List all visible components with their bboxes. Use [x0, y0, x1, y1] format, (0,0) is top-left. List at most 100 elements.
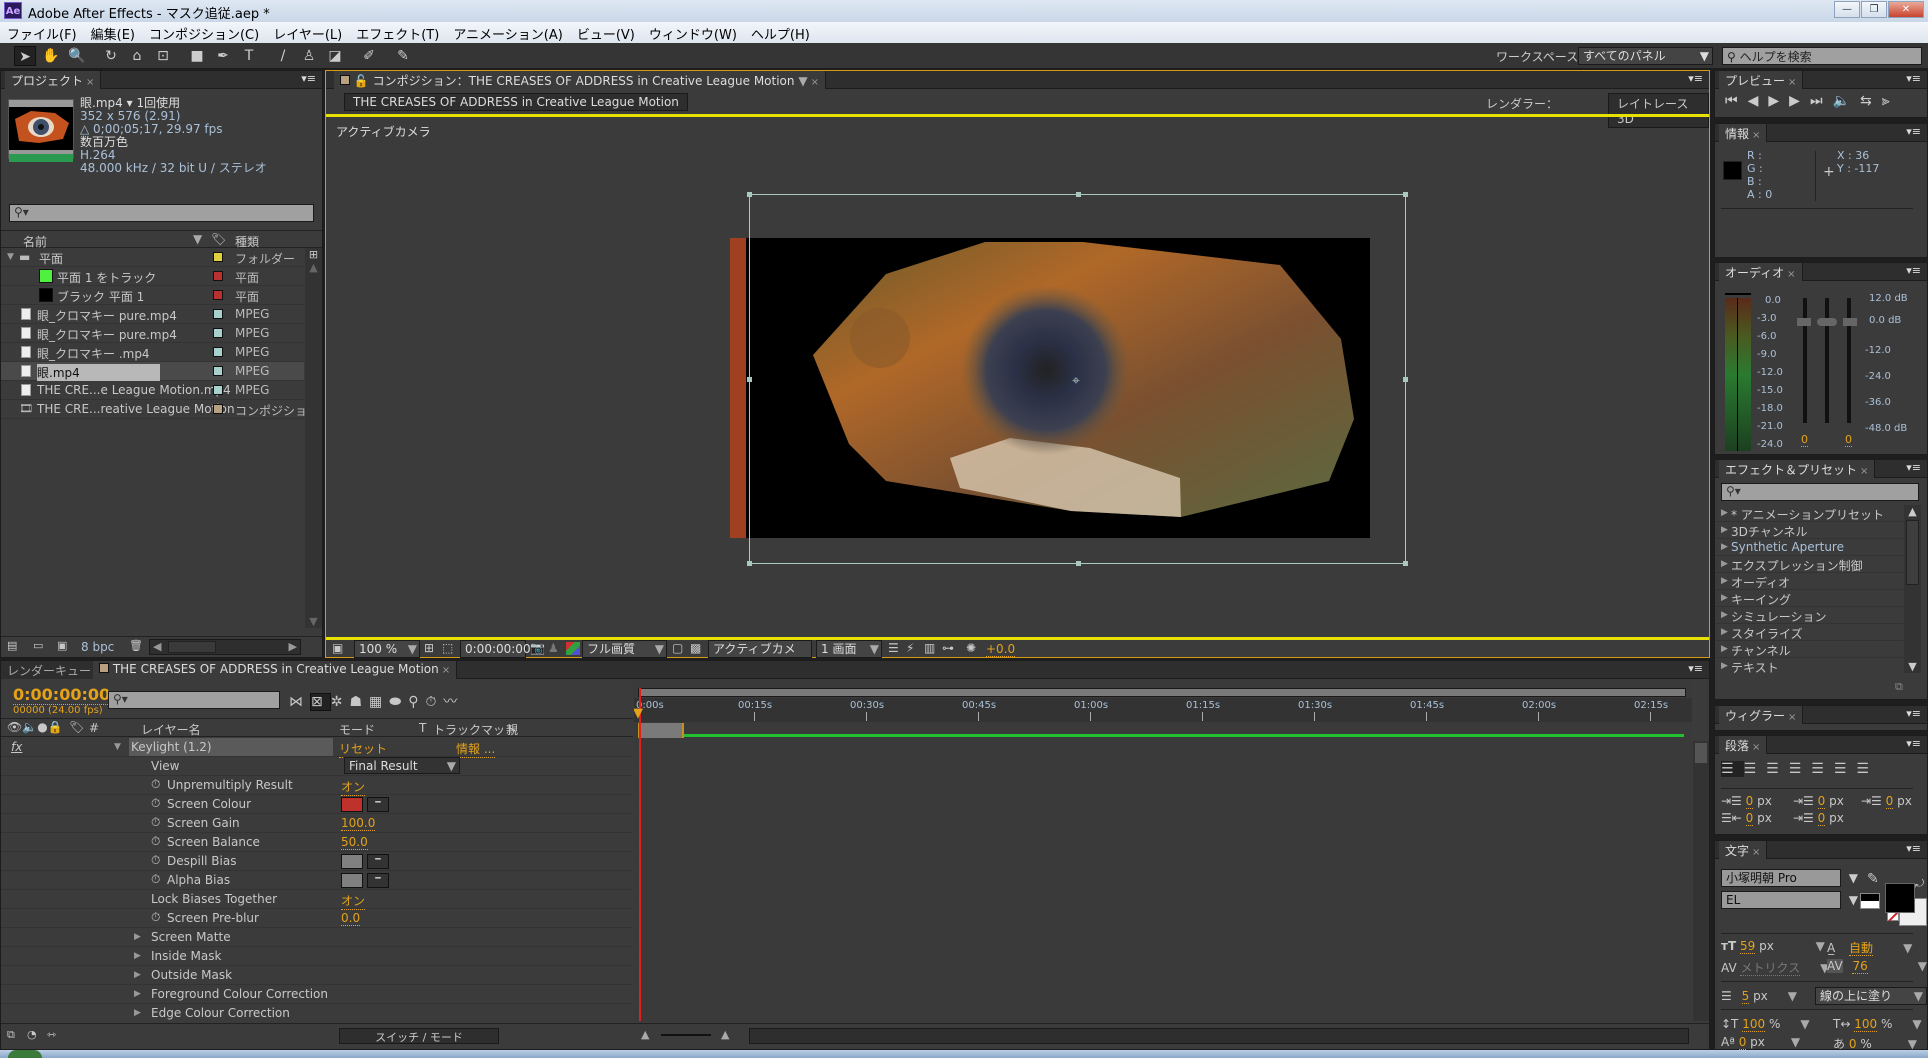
- right-volume-slider[interactable]: [1843, 298, 1857, 423]
- draft-3d-icon[interactable]: ⊠: [310, 693, 331, 711]
- project-scrollbar[interactable]: ⊞ ▲ ▼: [305, 248, 322, 628]
- timeline-row[interactable]: ⏱ Screen Balance 50.0: [1, 833, 633, 852]
- panel-menu-icon[interactable]: ▾≡: [1906, 707, 1921, 720]
- project-item[interactable]: ブラック 平面 1 平面: [1, 286, 304, 305]
- first-frame-icon[interactable]: ⏮: [1725, 93, 1748, 109]
- hand-icon[interactable]: ✋: [40, 46, 62, 66]
- label-color-swatch[interactable]: [213, 309, 223, 319]
- timeline-row[interactable]: Lock Biases Together オン: [1, 890, 633, 910]
- maximize-button[interactable]: ❐: [1861, 1, 1887, 18]
- view-dropdown[interactable]: Final Result ▼: [344, 757, 460, 774]
- clone-stamp-icon[interactable]: ♙: [298, 46, 320, 66]
- stroke-mode-dropdown[interactable]: 線の上に塗り ▼: [1815, 987, 1927, 1005]
- next-frame-icon[interactable]: ▶: [1789, 93, 1810, 109]
- show-snapshot-icon[interactable]: ♟: [548, 641, 559, 655]
- menu-item[interactable]: ビュー(V): [570, 22, 642, 43]
- effects-scrollbar[interactable]: ▲ ▼: [1904, 505, 1921, 673]
- panel-menu-icon[interactable]: ▾≡: [301, 72, 316, 85]
- panel-menu-icon[interactable]: ▾≡: [1906, 264, 1921, 277]
- effect-category[interactable]: ▶ シミュレーション: [1715, 607, 1903, 624]
- stopwatch-icon[interactable]: ⏱: [151, 872, 160, 887]
- tab-audio[interactable]: オーディオ ×: [1719, 263, 1803, 281]
- effects-search-input[interactable]: ⚲▾: [1721, 483, 1919, 501]
- view-layout-dropdown[interactable]: 1 画面 ▼: [816, 640, 882, 658]
- graph-editor-icon[interactable]: 〰: [443, 694, 464, 710]
- new-folder-icon[interactable]: ▭: [33, 639, 43, 652]
- close-icon[interactable]: ×: [811, 77, 819, 88]
- panel-menu-icon[interactable]: ▾≡: [1906, 461, 1921, 474]
- pan-behind-icon[interactable]: ⊡: [152, 46, 174, 66]
- left-volume-slider[interactable]: [1797, 298, 1811, 423]
- horizontal-scrollbar[interactable]: ◀ ▶: [149, 639, 301, 655]
- comp-navigator-button[interactable]: THE CREASES OF ADDRESS in Creative Leagu…: [344, 93, 688, 111]
- renderer-button[interactable]: レイトレース 3D: [1608, 93, 1709, 128]
- eyedropper-icon[interactable]: ━: [367, 797, 389, 812]
- menu-item[interactable]: ヘルプ(H): [744, 22, 817, 43]
- property-value[interactable]: オン: [341, 892, 366, 910]
- help-search-input[interactable]: ⚲ ヘルプを検索: [1722, 47, 1922, 65]
- justify-all-icon[interactable]: ☰: [1856, 761, 1879, 777]
- brush-icon[interactable]: /: [272, 46, 294, 66]
- effect-category[interactable]: ▶ * アニメーションプリセット: [1715, 505, 1903, 522]
- trash-icon[interactable]: 🗑: [129, 639, 143, 652]
- zoom-icon[interactable]: 🔍: [66, 46, 88, 66]
- work-area-bar[interactable]: [638, 688, 1686, 697]
- current-time-display[interactable]: 0:00:00:00: [13, 685, 111, 705]
- rotate-icon[interactable]: ↻: [100, 46, 122, 66]
- effect-category[interactable]: ▶ エクスプレッション制御: [1715, 556, 1903, 573]
- timeline-row[interactable]: ▶ Outside Mask: [1, 966, 633, 985]
- new-composition-icon[interactable]: ▣: [57, 639, 67, 652]
- effect-category[interactable]: ▶ Synthetic Aperture: [1715, 539, 1903, 556]
- timeline-row[interactable]: ▶ Edge Colour Correction: [1, 1004, 633, 1020]
- rectangle-icon[interactable]: ■: [186, 46, 208, 66]
- ram-preview-icon[interactable]: ⫸: [1882, 93, 1900, 109]
- label-color-swatch[interactable]: [213, 271, 223, 281]
- align-left-icon[interactable]: ☰: [1721, 761, 1744, 777]
- layer-duration-bar[interactable]: [638, 723, 684, 738]
- timeline-row[interactable]: ⏱ Screen Pre-blur 0.0: [1, 909, 633, 928]
- panel-menu-icon[interactable]: ▾≡: [1906, 842, 1921, 855]
- panel-menu-icon[interactable]: ▾≡: [1688, 72, 1703, 85]
- channel-icon[interactable]: [566, 642, 580, 655]
- project-item[interactable]: 眼_クロマキー pure.mp4 MPEG: [1, 324, 304, 343]
- timeline-row[interactable]: ▶ Screen Matte: [1, 928, 633, 947]
- toggle-switches-modes-button[interactable]: スイッチ / モード: [339, 1028, 499, 1044]
- timeline-row[interactable]: ⏱ Screen Gain 100.0: [1, 814, 633, 833]
- menu-item[interactable]: エフェクト(T): [349, 22, 446, 43]
- roto-brush-icon[interactable]: ✐: [358, 46, 380, 66]
- expand-triangle-icon[interactable]: ▶: [1721, 593, 1728, 603]
- stopwatch-icon[interactable]: ⏱: [151, 796, 160, 811]
- project-item[interactable]: ▼ ▬ 平面 フォルダー: [1, 248, 304, 267]
- expand-triangle-icon[interactable]: ▶: [1721, 644, 1728, 654]
- time-ruler[interactable]: 0:00s 00:15s 00:30s 00:45s 01:00s 01:15s 01:30…: [634, 698, 1692, 722]
- timeline-row[interactable]: fx ▼ Keylight (1.2) リセット 情報 ...: [1, 738, 633, 758]
- tab-project[interactable]: プロジェクト ×: [5, 71, 102, 89]
- color-swatch[interactable]: [341, 797, 363, 812]
- font-family-dropdown[interactable]: 小塚明朝 Pro ▼: [1721, 869, 1858, 887]
- stopwatch-icon[interactable]: ⏱: [151, 777, 160, 792]
- timeline-row[interactable]: ⏱ Despill Bias ━: [1, 852, 633, 871]
- magnification-dropdown[interactable]: 100 % ▼: [354, 640, 420, 658]
- fx-icon[interactable]: fx: [11, 740, 22, 754]
- property-value[interactable]: 50.0: [341, 835, 368, 850]
- panel-menu-icon[interactable]: ▾≡: [1688, 662, 1703, 675]
- minimize-button[interactable]: —: [1834, 1, 1860, 18]
- pixel-aspect-icon[interactable]: ☰: [888, 641, 899, 655]
- timeline-search-input[interactable]: ⚲▾: [108, 691, 280, 709]
- property-value[interactable]: 100.0: [341, 816, 376, 831]
- selection-arrow-icon[interactable]: ➤: [14, 46, 36, 66]
- stopwatch-icon[interactable]: ⏱: [426, 694, 444, 710]
- resolution-dropdown[interactable]: フル画質 ▼: [582, 640, 667, 658]
- project-item[interactable]: 平面 1 をトラック 平面: [1, 267, 304, 286]
- last-frame-icon[interactable]: ⏭: [1810, 93, 1833, 109]
- loop-icon[interactable]: ⇆: [1860, 93, 1882, 109]
- flowchart-icon[interactable]: ⊶: [942, 641, 954, 655]
- playhead-line[interactable]: [639, 688, 641, 1021]
- close-icon[interactable]: ×: [86, 77, 94, 88]
- bit-depth-button[interactable]: 8 bpc: [81, 640, 114, 654]
- timeline-row[interactable]: ⏱ Alpha Bias ━: [1, 871, 633, 890]
- playhead-handle[interactable]: ▼: [634, 706, 643, 721]
- label-color-swatch[interactable]: [213, 404, 223, 414]
- expand-in-out-icon[interactable]: ⇿: [47, 1028, 56, 1041]
- collapse-triangle-icon[interactable]: ▼: [114, 742, 121, 752]
